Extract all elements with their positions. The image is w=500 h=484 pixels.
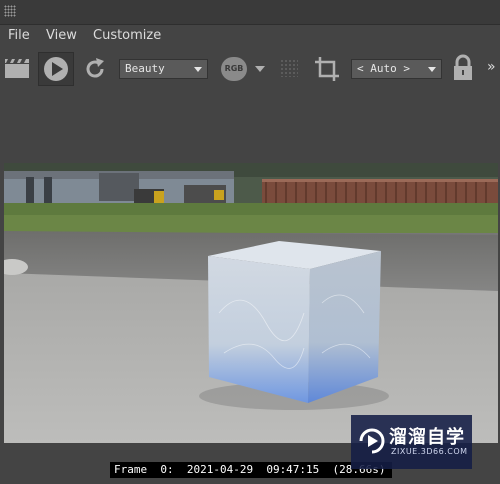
chevron-down-icon [428,67,436,72]
toolbar-spacer [0,90,500,163]
clapperboard-icon[interactable] [4,57,30,79]
render-element-dropdown[interactable]: Beauty [119,59,208,79]
region-mode-label: < Auto > [357,62,410,75]
chevron-down-icon [194,67,202,72]
more-tools-icon[interactable]: » [487,59,496,75]
toolbar: Beauty RGB < Auto > » [0,48,500,90]
menu-file[interactable]: File [8,28,30,43]
watermark-logo: 溜溜自学 ZIXUE.3D66.COM [351,415,472,469]
menu-bar: File View Customize [0,25,500,47]
frame-info-label: Frame 0: 2021-04-29 09:47:15 (28.66s) [110,462,392,478]
grip-handle-icon[interactable] [4,5,16,17]
menu-view[interactable]: View [46,28,77,43]
crop-icon[interactable] [313,55,341,83]
grid-icon[interactable] [280,59,298,77]
play-logo-icon [359,428,385,454]
menu-customize[interactable]: Customize [93,28,161,43]
watermark-brand-text: 溜溜自学 [389,427,465,448]
channel-button[interactable]: RGB [221,57,247,81]
lock-icon[interactable] [452,54,474,82]
rendered-scene-image [4,163,498,443]
channel-dropdown-arrow-icon[interactable] [255,66,265,72]
refresh-icon[interactable] [83,57,107,81]
start-render-button[interactable] [38,52,74,86]
play-icon [44,57,68,81]
watermark-url-text: ZIXUE.3D66.COM [391,447,468,456]
render-viewport[interactable] [4,163,498,443]
title-bar [0,0,500,25]
render-element-label: Beauty [125,62,165,75]
region-mode-dropdown[interactable]: < Auto > [351,59,442,79]
